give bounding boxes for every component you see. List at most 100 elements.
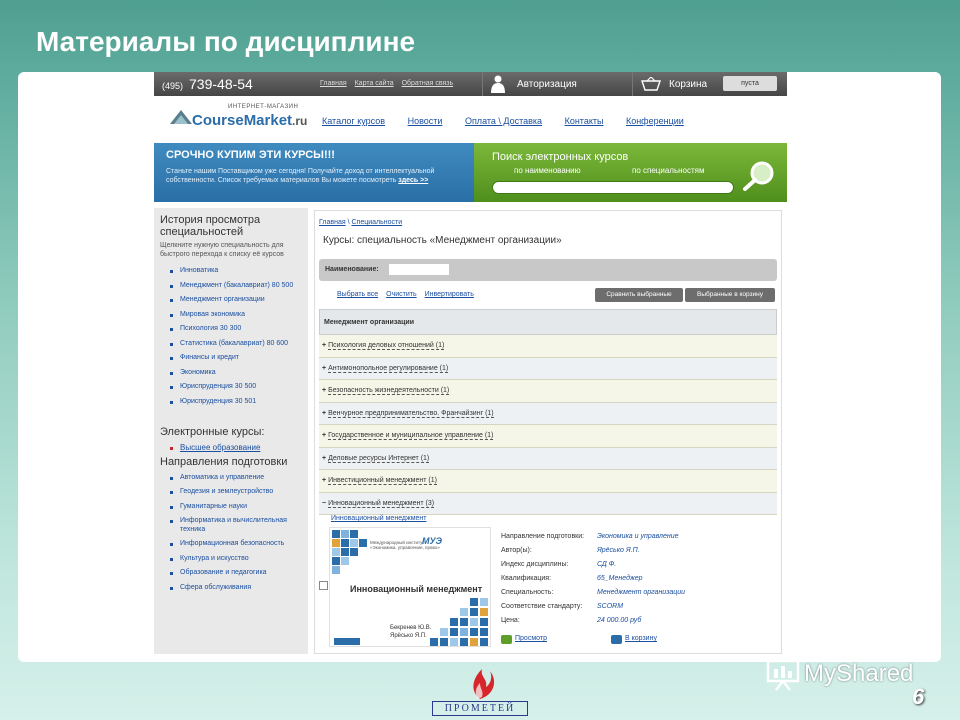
- expand-icon: +: [322, 477, 327, 484]
- direction-item[interactable]: Гуманитарные науки: [160, 503, 302, 512]
- filter-bar: Наименование:: [319, 259, 777, 281]
- nav-conferences[interactable]: Конференции: [626, 116, 684, 126]
- auth-button[interactable]: Авторизация: [482, 72, 630, 96]
- history-item[interactable]: Менеджмент (бакалавриат) 80 500: [160, 282, 302, 291]
- myshared-watermark: MyShared: [766, 655, 926, 695]
- detail-label: Соответствие стандарту:: [501, 603, 583, 610]
- collapse-icon: −: [322, 499, 327, 507]
- slide-title: Материалы по дисциплине: [36, 26, 416, 57]
- search-icon[interactable]: [742, 161, 776, 191]
- course-checkbox[interactable]: [319, 581, 328, 590]
- group-row[interactable]: + Психология деловых отношений (1): [319, 335, 777, 358]
- search-by-specialty-option[interactable]: по специальностям: [632, 166, 704, 175]
- auth-label: Авторизация: [517, 78, 577, 90]
- expand-icon: +: [322, 364, 327, 372]
- detail-value: СД Ф.: [597, 561, 617, 568]
- selected-to-cart-button[interactable]: Выбранные в корзину: [685, 288, 775, 302]
- direction-item[interactable]: Автоматика и управление: [160, 474, 302, 483]
- detail-value: 65_Менеджер: [597, 575, 643, 582]
- cart-label: Корзина: [669, 78, 708, 90]
- detail-value: SCORM: [597, 603, 624, 610]
- website-screenshot: (495) 739-48-54 Главная Карта сайта Обрат…: [150, 72, 787, 654]
- breadcrumb-specialties[interactable]: Специальности: [352, 219, 403, 226]
- group-row[interactable]: + Венчурное предпринимательство. Франчайз…: [319, 402, 777, 425]
- promo-text: Станьте нашим Поставщиком уже сегодня! П…: [166, 167, 462, 185]
- expand-icon: +: [322, 409, 327, 417]
- history-item[interactable]: Финансы и кредит: [160, 354, 302, 363]
- group-name: Безопасность жизнедеятельности (1): [328, 387, 450, 395]
- select-all-link[interactable]: Выбрать все: [337, 291, 378, 298]
- direction-item[interactable]: Геодезия и землеустройство: [160, 488, 302, 497]
- view-button[interactable]: Просмотр: [501, 635, 547, 644]
- search-by-name-option[interactable]: по наименованию: [514, 166, 581, 175]
- link-feedback[interactable]: Обратная связь: [402, 80, 454, 87]
- breadcrumb-home[interactable]: Главная: [319, 219, 346, 226]
- detail-value: 24 000.00 руб: [597, 617, 642, 624]
- history-item[interactable]: Мировая экономика: [160, 311, 302, 320]
- clear-link[interactable]: Очистить: [386, 291, 416, 298]
- main-content: Главная \ Специальности Курсы: специальн…: [314, 210, 782, 654]
- group-row[interactable]: + Безопасность жизнедеятельности (1): [319, 380, 777, 403]
- direction-item[interactable]: Информационная безопасность: [160, 540, 302, 549]
- phone-code: (495): [162, 81, 184, 91]
- group-row-expanded[interactable]: − Инновационный менеджмент (3): [319, 492, 777, 515]
- group-row[interactable]: + Государственное и муниципальное управле…: [319, 425, 777, 448]
- history-item[interactable]: Менеджмент организации: [160, 296, 302, 305]
- expand-icon: +: [322, 432, 327, 439]
- add-to-cart-button[interactable]: В корзину: [611, 635, 657, 644]
- search-banner: Поиск электронных курсов по наименованию…: [474, 143, 787, 202]
- group-row[interactable]: + Инвестиционный менеджмент (1): [319, 470, 777, 493]
- directions-list: Автоматика и управление Геодезия и земле…: [154, 474, 308, 593]
- link-sitemap[interactable]: Карта сайта: [355, 80, 394, 87]
- page-title: Курсы: специальность «Менеджмент организ…: [323, 235, 562, 246]
- site-logo[interactable]: ИНТЕРНЕТ-МАГАЗИН CourseMarket.ru: [170, 104, 307, 130]
- history-item[interactable]: Психология 30 300: [160, 325, 302, 334]
- compare-selected-button[interactable]: Сравнить выбранные: [595, 288, 683, 302]
- detail-value: Экономика и управление: [597, 533, 679, 540]
- nav-catalog[interactable]: Каталог курсов: [322, 116, 385, 126]
- ecourses-item-higher-ed[interactable]: Высшее образование: [160, 443, 302, 453]
- nav-news[interactable]: Новости: [408, 116, 443, 126]
- group-name: Инвестиционный менеджмент (1): [328, 477, 437, 485]
- nav-contacts[interactable]: Контакты: [565, 116, 604, 126]
- group-row[interactable]: + Деловые ресурсы Интернет (1): [319, 447, 777, 470]
- direction-item[interactable]: Сфера обслуживания: [160, 584, 302, 593]
- history-item[interactable]: Инноватика: [160, 267, 302, 276]
- course-link[interactable]: Инновационный менеджмент: [331, 515, 426, 522]
- detail-label: Направление подготовки:: [501, 533, 585, 540]
- logo-part-ru: .ru: [292, 114, 308, 128]
- detail-label: Индекс дисциплины:: [501, 561, 569, 568]
- direction-item[interactable]: Информатика и вычислительная техника: [160, 517, 302, 534]
- search-input[interactable]: [492, 181, 734, 194]
- cover-title: Инновационный менеджмент: [350, 584, 483, 594]
- filter-name-input[interactable]: [389, 264, 449, 275]
- sidebar: История просмотра специальностей Щелкнит…: [154, 208, 308, 654]
- course-groups: + Психология деловых отношений (1) + Антим…: [319, 335, 777, 515]
- history-item[interactable]: Статистика (бакалавриат) 80 600: [160, 340, 302, 349]
- direction-item[interactable]: Культура и искусство: [160, 555, 302, 564]
- history-item[interactable]: Экономика: [160, 369, 302, 378]
- course-cover-image[interactable]: Международный институт «Экономика, управ…: [329, 527, 491, 647]
- detail-value: Ярёсько Я.П.: [597, 547, 640, 554]
- history-item[interactable]: Юриспруденция 30 500: [160, 383, 302, 392]
- watermark-text: MyShared: [804, 660, 914, 687]
- logo-part-market: Market: [243, 112, 293, 129]
- direction-item[interactable]: Образование и педагогика: [160, 569, 302, 578]
- link-home[interactable]: Главная: [320, 80, 347, 87]
- top-bar: (495) 739-48-54 Главная Карта сайта Обрат…: [154, 72, 787, 96]
- detail-label: Квалификация:: [501, 575, 552, 582]
- promo-link[interactable]: здесь >>: [398, 177, 428, 184]
- phone-number: (495) 739-48-54: [162, 76, 253, 92]
- history-item[interactable]: Юриспруденция 30 501: [160, 398, 302, 407]
- prometei-logo: ПРОМЕТЕЙ: [432, 663, 528, 717]
- nav-payment[interactable]: Оплата \ Доставка: [465, 116, 542, 126]
- category-header: Менеджмент организации: [319, 309, 777, 335]
- add-to-cart-label: В корзину: [625, 635, 657, 642]
- cart-button[interactable]: Корзина пуста: [632, 72, 787, 96]
- invert-link[interactable]: Инвертировать: [425, 291, 474, 298]
- group-row[interactable]: + Антимонопольное регулирование (1): [319, 357, 777, 380]
- detail-label: Цена:: [501, 617, 520, 624]
- group-name: Деловые ресурсы Интернет (1): [328, 454, 430, 463]
- group-name: Психология деловых отношений (1): [328, 342, 445, 350]
- top-links: Главная Карта сайта Обратная связь: [320, 80, 459, 87]
